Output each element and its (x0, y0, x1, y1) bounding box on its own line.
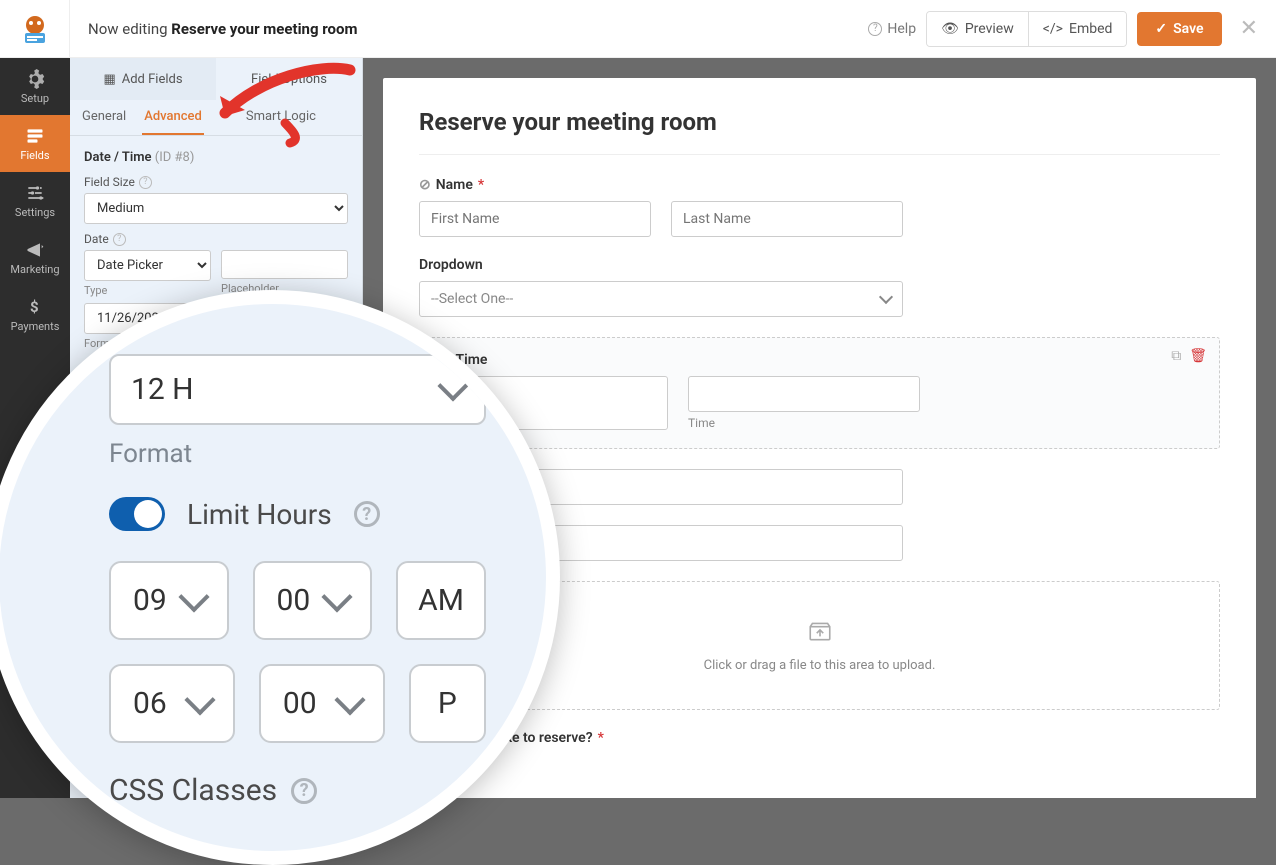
field-name: ⊘ Name * (419, 177, 1220, 237)
save-button[interactable]: ✓ Save (1137, 12, 1221, 46)
duplicate-icon[interactable]: ⧉ (1171, 348, 1181, 364)
rail-settings-label: Settings (15, 206, 55, 219)
help-icon[interactable]: ? (291, 778, 317, 804)
css-classes-label: CSS Classes ? (109, 773, 486, 808)
field-size-label: Field Size ? (84, 175, 348, 189)
tab-field-options-label: Field Options (251, 72, 327, 87)
field-size-select[interactable]: Medium (84, 193, 348, 224)
date-label: Date ? (84, 232, 348, 246)
tab-field-options[interactable]: Field Options (216, 58, 362, 100)
embed-button[interactable]: </> Embed (1029, 12, 1127, 46)
subtab-smartlogic[interactable]: Smart Logic (218, 100, 318, 135)
field-heading: Date / Time (ID #8) (84, 150, 348, 165)
rail-setup-label: Setup (21, 92, 49, 105)
limit-hours-label: Limit Hours (187, 498, 332, 531)
rail-settings[interactable]: Settings (0, 172, 70, 229)
chevron-down-icon (334, 684, 365, 715)
chevron-down-icon (184, 684, 215, 715)
embed-label: Embed (1069, 21, 1112, 37)
end-min-select[interactable]: 00 (259, 664, 385, 743)
chevron-down-icon (321, 581, 352, 612)
topbar: Now editing Reserve your meeting room ? … (0, 0, 1276, 58)
chevron-down-icon (178, 581, 209, 612)
last-name-input[interactable] (671, 201, 903, 237)
trash-icon[interactable]: 🗑 (1189, 348, 1207, 364)
field-dropdown: Dropdown --Select One-- (419, 257, 1220, 317)
upload-text: Click or drag a file to this area to upl… (456, 658, 1183, 673)
date-type-select[interactable]: Date Picker (84, 250, 211, 281)
check-icon: ✓ (1155, 21, 1167, 37)
field-heading-id: (ID #8) (155, 150, 195, 165)
format-sublabel: Format (109, 439, 486, 469)
time-format-value: 12 H (131, 372, 194, 407)
preview-button[interactable]: 👁 Preview (927, 12, 1029, 46)
help-icon[interactable]: ? (354, 501, 380, 527)
sidebar-primary-tabs: ▦ Add Fields Field Options (70, 58, 362, 100)
time-input[interactable] (688, 376, 920, 412)
save-label: Save (1173, 21, 1203, 37)
time-sublabel: Time (688, 416, 920, 430)
rail-marketing-label: Marketing (10, 263, 59, 276)
field-heading-name: Date / Time (84, 150, 152, 165)
svg-text:$: $ (30, 298, 39, 316)
rail-marketing[interactable]: Marketing (0, 229, 70, 286)
date-type-sublabel: Type (84, 284, 211, 297)
rail-payments[interactable]: $ Payments (0, 286, 70, 343)
limit-hours-toggle[interactable] (109, 497, 165, 531)
name-label: Name (436, 177, 473, 193)
dropdown-label: Dropdown (419, 257, 483, 273)
upload-icon (807, 618, 833, 644)
time-format-select[interactable]: 12 H (109, 354, 486, 425)
end-ampm-select[interactable]: P (409, 664, 486, 743)
now-editing: Now editing Reserve your meeting room (70, 20, 357, 38)
help-label: Help (887, 21, 916, 37)
end-hour-select[interactable]: 06 (109, 664, 235, 743)
rail-payments-label: Payments (11, 320, 60, 333)
form-title: Reserve your meeting room (419, 108, 1220, 136)
close-icon[interactable]: ✕ (1240, 16, 1258, 41)
code-icon: </> (1043, 21, 1063, 37)
tab-add-fields-label: Add Fields (122, 72, 183, 87)
now-editing-prefix: Now editing (88, 20, 171, 38)
help-icon[interactable]: ? (139, 176, 152, 189)
start-min-select[interactable]: 00 (253, 561, 373, 640)
first-name-input[interactable] (419, 201, 651, 237)
reserve-option[interactable]: m A (419, 754, 1220, 770)
hidden-icon: ⊘ (419, 177, 431, 193)
date-placeholder-input[interactable] (221, 250, 348, 279)
start-hour-select[interactable]: 09 (109, 561, 229, 640)
rail-fields[interactable]: Fields (0, 115, 70, 172)
preview-embed-group: 👁 Preview </> Embed (926, 11, 1127, 47)
magnifier-overlay: 12 H Format Limit Hours ? 09 00 AM 06 00… (0, 290, 560, 865)
form-name: Reserve your meeting room (171, 20, 357, 38)
required-icon: * (478, 177, 484, 193)
tab-add-fields[interactable]: ▦ Add Fields (70, 58, 216, 100)
logo (0, 0, 70, 58)
dropdown-select[interactable]: --Select One-- (419, 281, 903, 317)
subtab-advanced[interactable]: Advanced (142, 100, 204, 135)
subtab-smartlogic-label: Smart Logic (246, 109, 316, 124)
help-icon: ? (868, 22, 882, 36)
start-ampm-select[interactable]: AM (396, 561, 486, 640)
sidebar-sub-tabs: General Advanced Smart Logic (70, 100, 362, 136)
rail-fields-label: Fields (20, 149, 49, 162)
divider (419, 154, 1220, 155)
chevron-down-icon (437, 370, 468, 401)
rail-setup[interactable]: Setup (0, 58, 70, 115)
field-reserve: n would you like to reserve? * m A (419, 730, 1220, 770)
field-datetime[interactable]: ⧉ 🗑 e / Time Time (419, 337, 1220, 449)
help-link[interactable]: ? Help (868, 21, 916, 37)
required-icon: * (598, 730, 604, 746)
help-icon[interactable]: ? (113, 233, 126, 246)
eye-icon: 👁 (941, 21, 959, 37)
preview-label: Preview (965, 21, 1014, 37)
grid-icon: ▦ (103, 72, 115, 87)
subtab-general[interactable]: General (80, 100, 128, 135)
